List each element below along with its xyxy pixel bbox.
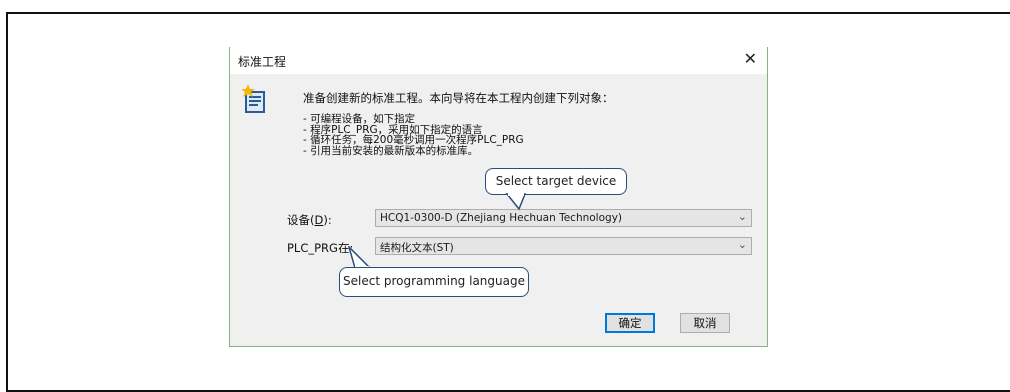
chevron-down-icon[interactable]: ⌄	[738, 238, 747, 251]
list-item: - 可编程设备，如下指定	[303, 113, 416, 125]
device-select-value: HCQ1-0300-D (Zhejiang Hechuan Technology…	[380, 212, 623, 224]
device-label-prefix: 设备(	[287, 213, 315, 227]
device-callout: Select target device	[485, 168, 627, 195]
new-project-dialog: 标准工程 ✕ 准备创建新的标准工程。本向导将在本工程内创建下列对象： - 可编程…	[229, 47, 768, 347]
intro-text: 准备创建新的标准工程。本向导将在本工程内创建下列对象：	[303, 91, 614, 105]
wizard-icon	[242, 84, 265, 113]
language-select-value: 结构化文本(ST)	[380, 242, 454, 254]
list-item: - 循环任务，每200毫秒调用一次程序PLC_PRG	[303, 134, 524, 146]
device-callout-pointer	[505, 193, 527, 211]
list-item: - 引用当前安装的最新版本的标准库。	[303, 144, 479, 157]
device-label-suffix: ):	[323, 213, 332, 227]
device-label: 设备(D):	[287, 212, 332, 228]
ok-button[interactable]: 确定	[605, 313, 655, 333]
device-select[interactable]: HCQ1-0300-D (Zhejiang Hechuan Technology…	[375, 209, 752, 227]
plc-language-label: PLC_PRG在:	[287, 241, 354, 255]
dialog-titlebar: 标准工程 ✕	[230, 47, 767, 74]
language-callout: Select programming language	[339, 267, 529, 297]
cancel-button[interactable]: 取消	[680, 313, 730, 333]
object-list: - 可编程设备，如下指定 - 程序PLC_PRG，采用如下指定的语言 - 循环任…	[303, 114, 524, 156]
chevron-down-icon[interactable]: ⌄	[738, 210, 747, 223]
language-select[interactable]: 结构化文本(ST) ⌄	[375, 237, 752, 255]
close-icon[interactable]: ✕	[744, 50, 757, 68]
dialog-title: 标准工程	[238, 55, 287, 69]
